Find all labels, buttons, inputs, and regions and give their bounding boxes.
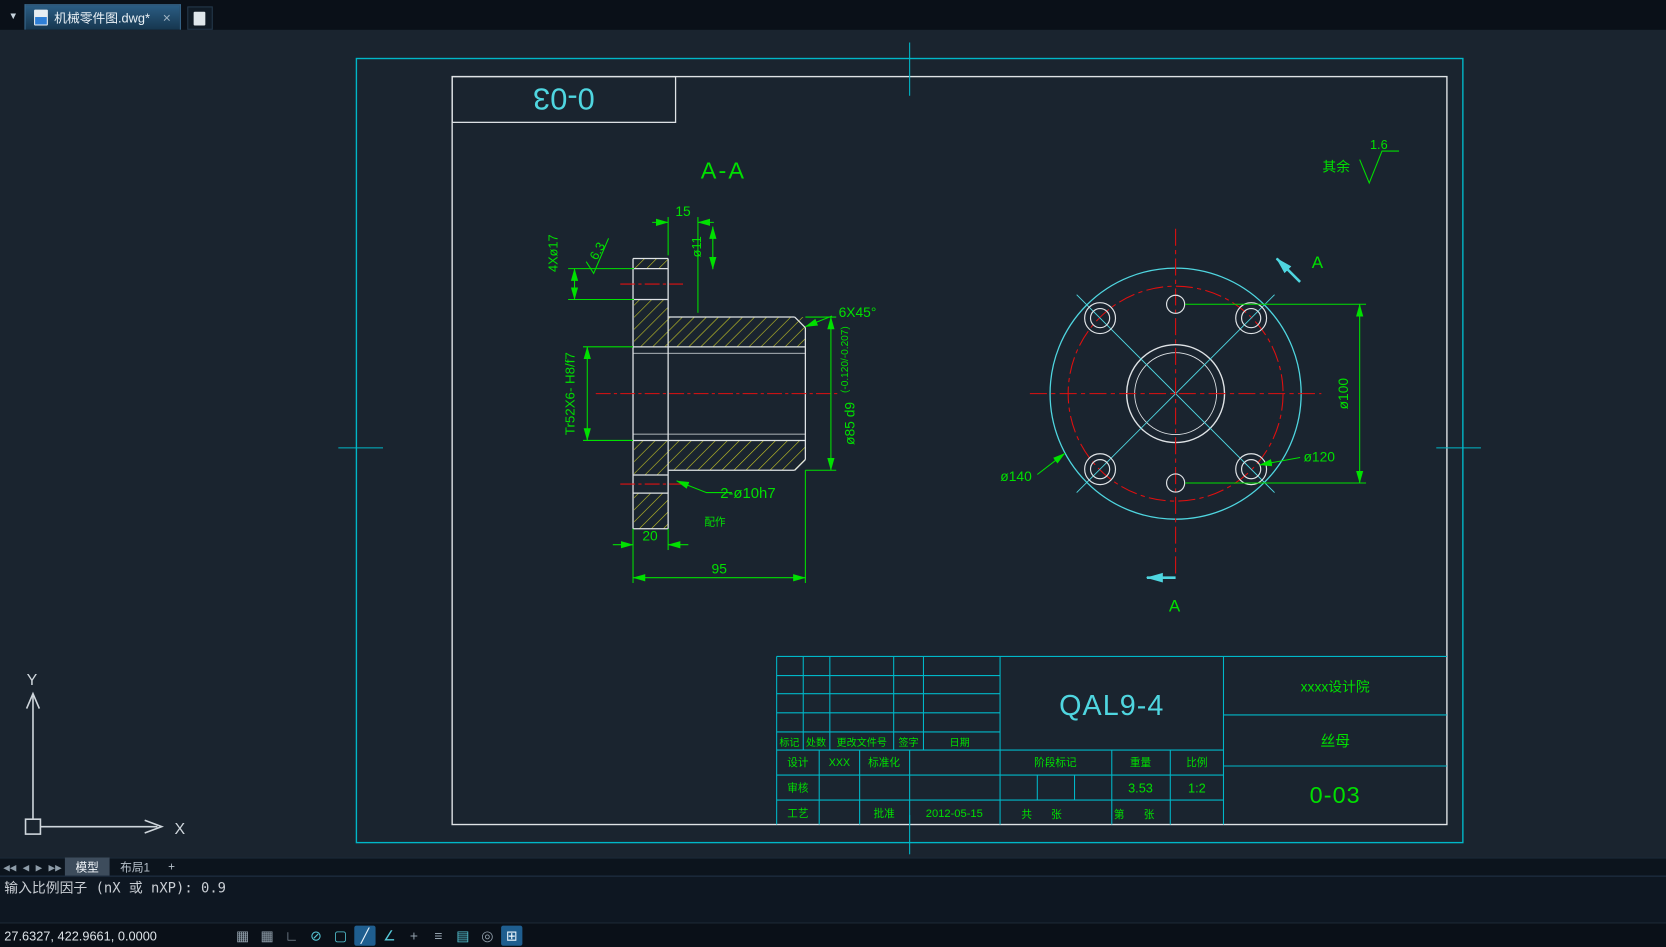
hardware-acceleration-icon[interactable]: ⊞ bbox=[501, 925, 523, 946]
grid-display-icon[interactable]: ▦ bbox=[256, 926, 277, 946]
add-layout-button[interactable]: + bbox=[161, 860, 183, 875]
document-tab[interactable]: 机械零件图.dwg* × bbox=[24, 4, 181, 30]
tab-close-icon[interactable]: × bbox=[163, 10, 171, 26]
object-snap-tracking-icon[interactable]: ∠ bbox=[379, 926, 400, 946]
scale-value: 1:2 bbox=[1188, 781, 1206, 796]
weight-value: 3.53 bbox=[1128, 781, 1153, 796]
ucs-x-label: X bbox=[174, 821, 185, 838]
section-arrow-label-top: A bbox=[1312, 253, 1324, 272]
dwg-file-icon bbox=[33, 9, 48, 26]
coordinates-readout: 27.6327, 422.9661, 0.0000 bbox=[4, 928, 157, 944]
new-drawing-icon bbox=[193, 11, 206, 26]
rev-header-mark: 标记 bbox=[779, 737, 799, 749]
dim-thread: Tr52X6- H8/f7 bbox=[563, 352, 578, 435]
snap-mode-icon[interactable]: ▦ bbox=[232, 926, 253, 946]
selection-cycling-icon[interactable]: ◎ bbox=[477, 926, 498, 946]
right-view-centerlines bbox=[1029, 228, 1322, 575]
sheet-no-label: 第 bbox=[1114, 808, 1125, 821]
sheet-title-box: 0-03 bbox=[451, 75, 677, 123]
sheets-total-label: 共 bbox=[1021, 809, 1032, 821]
cad-drawing[interactable]: 0-03 A-A 其余 1.6 15 ø11 4Xø17 6.3 6X45° T… bbox=[0, 30, 1666, 858]
roughness-symbol bbox=[1359, 150, 1400, 185]
scale-label: 比例 bbox=[1186, 756, 1207, 769]
section-cut-arrows bbox=[1145, 257, 1301, 583]
company-name: xxxx设计院 bbox=[1301, 679, 1370, 695]
layout-nav-first-icon[interactable]: ◀◀ bbox=[0, 862, 19, 872]
sheet-title-rotated: 0-03 bbox=[533, 81, 595, 116]
fit-note: 配作 bbox=[704, 517, 726, 529]
rev-header-date: 日期 bbox=[950, 737, 970, 749]
left-section-view: 15 ø11 4Xø17 6.3 6X45° Tr52X6- H8/f7 ø85… bbox=[545, 203, 877, 584]
title-block: 标记 处数 更改文件号 签字 日期 设计 XXX 标准化 审核 工艺 批准 20… bbox=[776, 655, 1447, 825]
transparency-icon[interactable]: ▤ bbox=[452, 926, 473, 946]
sheet-no-unit: 张 bbox=[1144, 809, 1155, 821]
roughness-note-label: 其余 bbox=[1322, 158, 1350, 174]
new-tab-button[interactable] bbox=[186, 6, 213, 30]
layout-nav-next-icon[interactable]: ▶ bbox=[32, 862, 45, 872]
dim-roughness-63: 6.3 bbox=[586, 240, 608, 263]
dwg-file-icon-fold bbox=[35, 17, 47, 25]
dim-shaft: ø85 d9 bbox=[841, 402, 857, 445]
roughness-note-value: 1.6 bbox=[1370, 137, 1388, 152]
general-roughness-note: 其余 1.6 bbox=[1322, 137, 1400, 185]
dim-d120: ø120 bbox=[1303, 449, 1335, 465]
right-circular-view: ø100 ø120 ø140 A A bbox=[1000, 228, 1367, 616]
dim-d140: ø140 bbox=[1000, 468, 1032, 484]
rev-header-count: 处数 bbox=[806, 736, 826, 749]
dim-20: 20 bbox=[642, 527, 658, 543]
tab-list-dropdown-icon[interactable]: ▼ bbox=[0, 11, 24, 30]
dim-pins: 2-ø10h7 bbox=[720, 486, 775, 502]
isometric-drafting-icon[interactable]: ╱ bbox=[354, 925, 376, 946]
dim-95: 95 bbox=[712, 560, 728, 576]
stage-label: 阶段标记 bbox=[1034, 756, 1077, 769]
sig-standard-label: 标准化 bbox=[868, 756, 900, 769]
polar-tracking-icon[interactable]: ⊘ bbox=[305, 926, 326, 946]
sig-check-label: 审核 bbox=[787, 782, 809, 795]
part-code: QAL9-4 bbox=[1059, 690, 1164, 722]
sig-design-label: 设计 bbox=[787, 756, 809, 769]
model-space-canvas[interactable]: 0-03 A-A 其余 1.6 15 ø11 4Xø17 6.3 6X45° T… bbox=[0, 29, 1666, 858]
dim-4x17: 4Xø17 bbox=[545, 234, 560, 272]
status-toggle-icons: ▦ ▦ ∟ ⊘ ▢ ╱ ∠ + ≡ ▤ ◎ ⊞ bbox=[232, 925, 523, 946]
dim-15: 15 bbox=[675, 203, 691, 219]
command-line-panel[interactable]: 输入比例因子 (nX 或 nXP): 0.9 命令: bbox=[0, 875, 1666, 939]
weight-label: 重量 bbox=[1130, 756, 1152, 769]
document-title: 机械零件图.dwg* bbox=[54, 10, 150, 26]
tab-model[interactable]: 模型 bbox=[64, 857, 110, 877]
dim-shaft-tolerance: (-0.120/-0.207) bbox=[840, 326, 851, 393]
ucs-icon: Y X bbox=[24, 672, 185, 838]
ortho-mode-icon[interactable]: ∟ bbox=[281, 926, 302, 946]
layout-tab-bar: ◀◀ ◀ ▶ ▶▶ 模型 布局1 + bbox=[0, 857, 1666, 877]
sig-process-label: 工艺 bbox=[787, 808, 808, 820]
document-tab-bar: ▼ 机械零件图.dwg* × bbox=[0, 0, 1666, 30]
rev-header-docno: 更改文件号 bbox=[837, 736, 887, 749]
part-name: 丝母 bbox=[1320, 733, 1350, 750]
dynamic-input-icon[interactable]: + bbox=[403, 926, 424, 946]
dim-d100: ø100 bbox=[1335, 378, 1351, 410]
sig-designer-name: XXX bbox=[829, 757, 850, 769]
sheets-total-unit: 张 bbox=[1051, 809, 1062, 821]
status-bar: 27.6327, 422.9661, 0.0000 ▦ ▦ ∟ ⊘ ▢ ╱ ∠ … bbox=[0, 922, 1666, 947]
command-history-line: 输入比例因子 (nX 或 nXP): 0.9 bbox=[4, 880, 226, 897]
ucs-y-label: Y bbox=[27, 672, 38, 689]
drawing-number: 0-03 bbox=[1310, 782, 1361, 808]
sig-approve-label: 批准 bbox=[873, 807, 895, 820]
section-arrow-label-bottom: A bbox=[1169, 597, 1181, 616]
application-window: ▼ 机械零件图.dwg* × 0-03 A-A 其余 1.6 15 ø11 4X… bbox=[0, 0, 1666, 947]
layout-nav-prev-icon[interactable]: ◀ bbox=[19, 862, 32, 872]
section-view-label: A-A bbox=[701, 158, 746, 184]
dim-d11: ø11 bbox=[689, 236, 704, 257]
rev-header-sign: 签字 bbox=[898, 736, 918, 749]
left-view-dimensions bbox=[568, 217, 837, 584]
layout-nav-last-icon[interactable]: ▶▶ bbox=[45, 862, 64, 872]
tab-layout1[interactable]: 布局1 bbox=[110, 858, 161, 877]
sig-date-value: 2012-05-15 bbox=[926, 808, 983, 820]
dim-chamfer: 6X45° bbox=[839, 304, 877, 320]
object-snap-icon[interactable]: ▢ bbox=[330, 926, 351, 946]
lineweight-display-icon[interactable]: ≡ bbox=[428, 926, 449, 946]
